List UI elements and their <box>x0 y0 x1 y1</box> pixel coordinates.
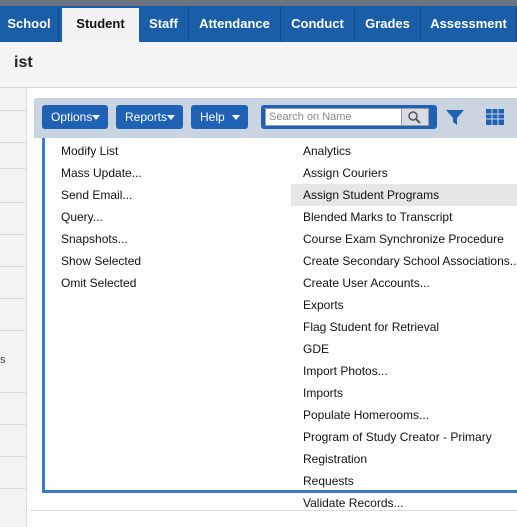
row-divider <box>0 488 26 489</box>
menu-item-label: Import Photos... <box>303 364 388 378</box>
caret-down-icon <box>167 115 175 120</box>
row-divider <box>0 234 26 235</box>
main-nav: School Student Staff Attendance Conduct … <box>0 6 517 42</box>
menu-item-send-email[interactable]: Send Email... <box>61 184 142 206</box>
menu-item-label: GDE <box>303 342 330 356</box>
row-divider <box>0 456 26 457</box>
row-divider <box>0 110 26 111</box>
menu-item-program-of-study[interactable]: Program of Study Creator - Primary <box>291 426 517 448</box>
menu-item-snapshots[interactable]: Snapshots... <box>61 228 142 250</box>
grid-icon[interactable] <box>485 108 505 126</box>
menu-item-create-secondary-assoc[interactable]: Create Secondary School Associations... <box>291 250 517 272</box>
page-header: ist <box>0 42 517 88</box>
search-icon <box>408 111 421 124</box>
search-button[interactable] <box>401 108 429 126</box>
menu-item-gde[interactable]: GDE <box>291 338 517 360</box>
caret-down-icon <box>232 115 240 120</box>
menu-item-label: Blended Marks to Transcript <box>303 210 453 224</box>
row-divider <box>0 202 26 203</box>
menu-item-assign-couriers[interactable]: Assign Couriers <box>291 162 517 184</box>
reports-button-label: Reports <box>125 110 168 124</box>
help-button-label: Help <box>200 110 225 124</box>
menu-item-blended-marks[interactable]: Blended Marks to Transcript <box>291 206 517 228</box>
menu-item-registration[interactable]: Registration <box>291 448 517 470</box>
row-divider <box>0 142 26 143</box>
row-divider <box>0 266 26 267</box>
menu-item-requests[interactable]: Requests <box>291 470 517 492</box>
filter-icon[interactable] <box>444 107 466 127</box>
menu-item-import-photos[interactable]: Import Photos... <box>291 360 517 382</box>
list-side-column: s <box>0 88 27 527</box>
menu-item-populate-homerooms[interactable]: Populate Homerooms... <box>291 404 517 426</box>
row-divider <box>0 298 26 299</box>
options-dropdown-menu: Modify List Mass Update... Send Email...… <box>42 138 517 510</box>
menu-item-label: Analytics <box>303 144 352 158</box>
menu-item-imports[interactable]: Imports <box>291 382 517 404</box>
list-bottom-divider <box>30 510 517 511</box>
list-toolbar: Options Reports Help <box>34 98 517 138</box>
menu-item-exports[interactable]: Exports <box>291 294 517 316</box>
tab-school[interactable]: School <box>0 6 59 42</box>
menu-item-create-user-accounts[interactable]: Create User Accounts... <box>291 272 517 294</box>
row-divider <box>0 424 26 425</box>
menu-item-label: Registration <box>303 452 368 466</box>
menu-item-analytics[interactable]: Analytics <box>291 140 517 162</box>
truncated-label: s <box>0 354 6 366</box>
tab-attendance[interactable]: Attendance <box>189 6 281 42</box>
menu-item-label: Validate Records... <box>303 496 404 510</box>
reports-button[interactable]: Reports <box>116 105 183 129</box>
menu-item-label: Create Secondary School Associations... <box>303 254 517 268</box>
options-button[interactable]: Options <box>42 105 108 129</box>
menu-item-label: Program of Study Creator - Primary <box>303 430 492 444</box>
menu-item-label: Exports <box>303 298 344 312</box>
tab-conduct[interactable]: Conduct <box>281 6 355 42</box>
menu-item-label: Assign Couriers <box>303 166 388 180</box>
tab-grades[interactable]: Grades <box>355 6 421 42</box>
menu-item-label: Flag Student for Retrieval <box>303 320 440 334</box>
menu-right-column: Analytics Assign Couriers Assign Student… <box>291 140 517 514</box>
menu-item-modify-list[interactable]: Modify List <box>61 140 142 162</box>
row-divider <box>0 168 26 169</box>
menu-item-course-exam-sync[interactable]: Course Exam Synchronize Procedure <box>291 228 517 250</box>
menu-item-label: Requests <box>303 474 354 488</box>
menu-item-label: Assign Student Programs <box>303 188 440 202</box>
row-divider <box>0 330 26 331</box>
menu-item-label: Course Exam Synchronize Procedure <box>303 232 504 246</box>
search-input[interactable] <box>265 108 403 126</box>
tab-assessment[interactable]: Assessment <box>421 6 517 42</box>
menu-item-label: Imports <box>303 386 344 400</box>
help-button[interactable]: Help <box>191 105 248 129</box>
menu-item-omit-selected[interactable]: Omit Selected <box>61 272 142 294</box>
menu-item-label: Populate Homerooms... <box>303 408 430 422</box>
row-divider <box>0 392 26 393</box>
menu-item-label: Create User Accounts... <box>303 276 430 290</box>
menu-item-query[interactable]: Query... <box>61 206 142 228</box>
options-button-label: Options <box>51 110 93 124</box>
menu-left-column: Modify List Mass Update... Send Email...… <box>61 140 142 294</box>
menu-item-mass-update[interactable]: Mass Update... <box>61 162 142 184</box>
tab-staff[interactable]: Staff <box>139 6 189 42</box>
search-container <box>261 105 437 129</box>
tab-student[interactable]: Student <box>62 8 139 42</box>
menu-item-flag-student[interactable]: Flag Student for Retrieval <box>291 316 517 338</box>
menu-item-assign-student-programs[interactable]: Assign Student Programs <box>291 184 517 206</box>
caret-down-icon <box>92 115 100 120</box>
page-title: ist <box>14 54 33 71</box>
menu-item-show-selected[interactable]: Show Selected <box>61 250 142 272</box>
